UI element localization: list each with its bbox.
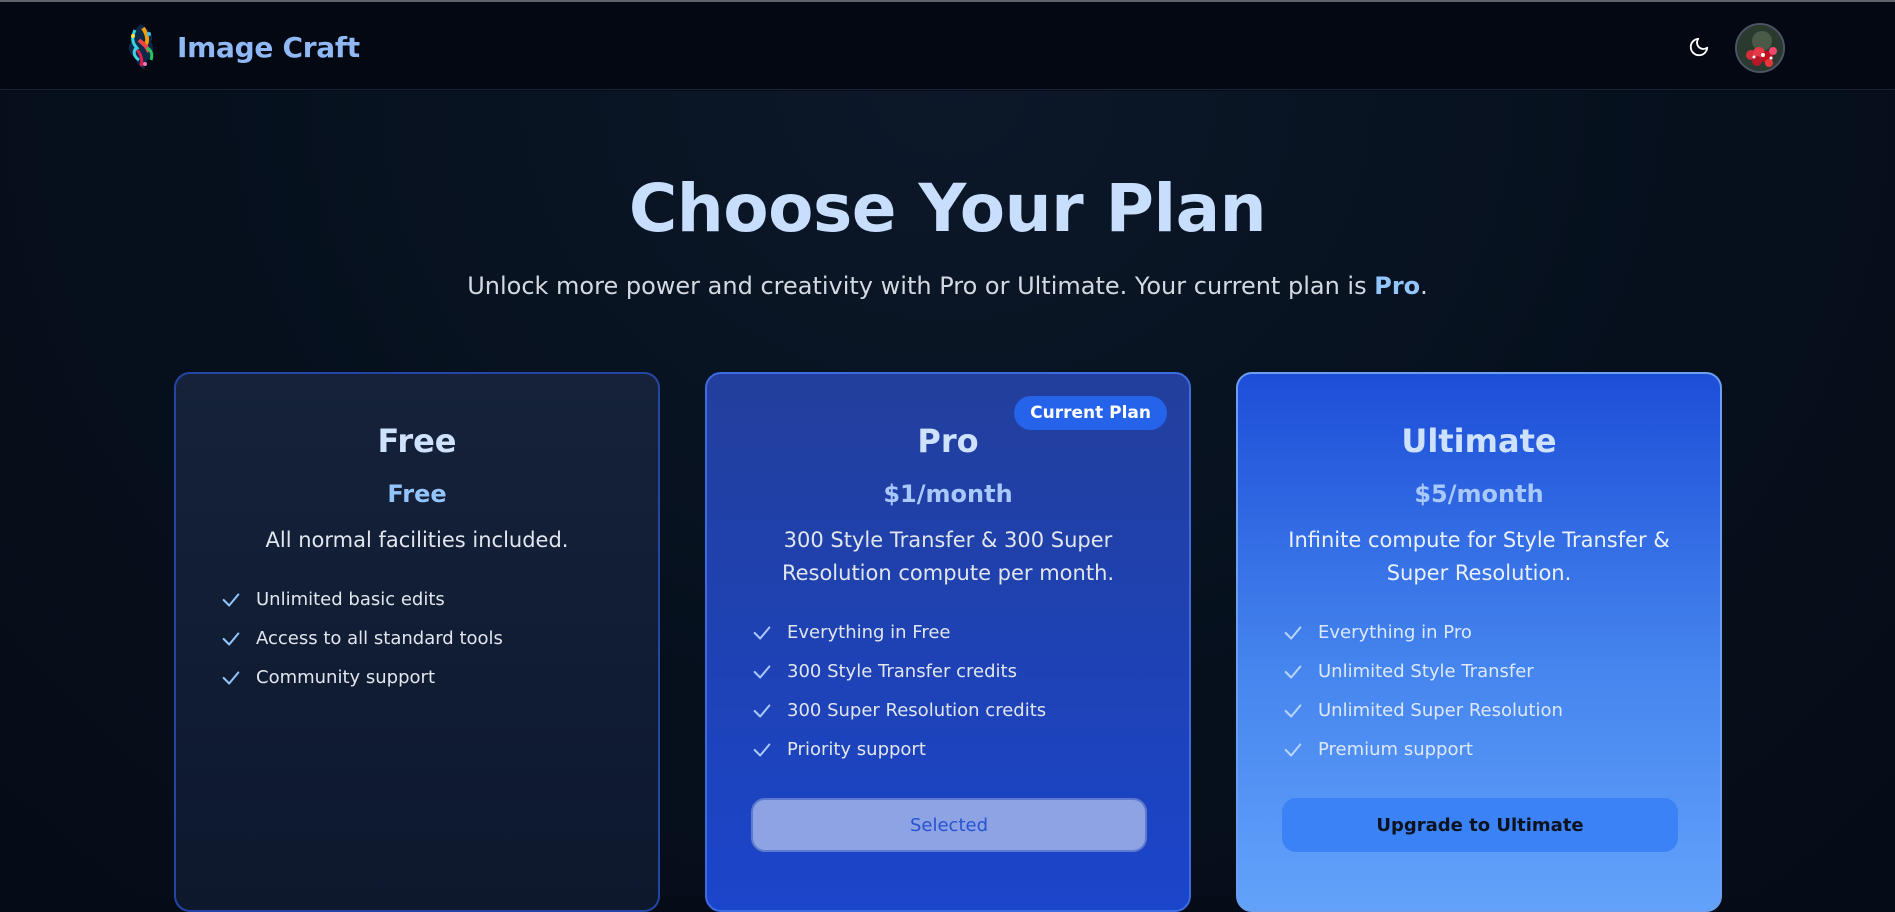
feature-label: Everything in Pro [1318,622,1472,643]
plan-description: 300 Style Transfer & 300 Super Resolutio… [781,528,1115,585]
check-icon [753,664,771,679]
feature-item: Access to all standard tools [220,619,503,658]
feature-item: 300 Style Transfer credits [751,652,1046,691]
check-icon [1284,625,1302,640]
feature-item: Unlimited Style Transfer [1282,652,1563,691]
check-icon [1284,742,1302,757]
feature-item: Everything in Pro [1282,613,1563,652]
moon-icon [1689,37,1709,57]
plan-name: Free [377,422,457,460]
page-subtitle: Unlock more power and creativity with Pr… [0,272,1895,300]
feature-label: Priority support [787,739,926,760]
feature-list: Unlimited basic edits Access to all stan… [220,580,503,697]
plan-price: $5/month [1414,480,1544,508]
feature-label: Access to all standard tools [256,628,503,649]
plan-card-pro: Current Plan Pro $1/month 300 Style Tran… [705,372,1191,912]
top-nav-bar: Image Craft [0,2,1895,90]
feature-item: Unlimited Super Resolution [1282,691,1563,730]
feature-label: 300 Super Resolution credits [787,700,1047,721]
avatar-image-icon [1737,25,1783,71]
check-icon [753,703,771,718]
check-icon [1284,703,1302,718]
brand[interactable]: Image Craft [121,20,360,74]
feature-item: Everything in Free [751,613,1046,652]
feature-item: Unlimited basic edits [220,580,503,619]
feature-item: Community support [220,658,503,697]
check-icon [222,670,240,685]
feature-label: Unlimited Super Resolution [1318,700,1563,721]
plan-description: Infinite compute for Style Transfer & Su… [1288,528,1670,585]
plan-card-free: Free Free All normal facilities included… [174,372,660,912]
check-icon [753,625,771,640]
check-icon [222,631,240,646]
subtitle-end: . [1420,272,1428,300]
theme-toggle-button[interactable] [1684,32,1714,62]
selected-plan-button[interactable]: Selected [751,798,1147,852]
feature-list: Everything in Pro Unlimited Style Transf… [1282,613,1563,769]
plan-price: $1/month [883,480,1013,508]
upgrade-to-ultimate-button[interactable]: Upgrade to Ultimate [1282,798,1678,852]
feature-label: Premium support [1318,739,1473,760]
plan-description: All normal facilities included. [265,528,569,552]
plan-name: Pro [917,422,979,460]
paint-splash-logo-icon [128,24,154,70]
current-plan-name: Pro [1374,272,1421,300]
user-avatar[interactable] [1735,23,1785,73]
subtitle-text: Unlock more power and creativity with Pr… [467,272,1375,300]
feature-label: Everything in Free [787,622,951,643]
check-icon [753,742,771,757]
brand-name: Image Craft [177,30,360,64]
page-title: Choose Your Plan [628,170,1267,247]
check-icon [222,592,240,607]
plan-card-ultimate: Ultimate $5/month Infinite compute for S… [1236,372,1722,912]
plan-name: Ultimate [1401,422,1557,460]
feature-label: Unlimited basic edits [256,589,445,610]
check-icon [1284,664,1302,679]
plan-price: Free [387,480,447,508]
feature-list: Everything in Free 300 Style Transfer cr… [751,613,1046,769]
feature-item: 300 Super Resolution credits [751,691,1046,730]
feature-label: 300 Style Transfer credits [787,661,1017,682]
feature-label: Unlimited Style Transfer [1318,661,1534,682]
feature-item: Premium support [1282,730,1563,769]
feature-label: Community support [256,667,436,688]
feature-item: Priority support [751,730,1046,769]
